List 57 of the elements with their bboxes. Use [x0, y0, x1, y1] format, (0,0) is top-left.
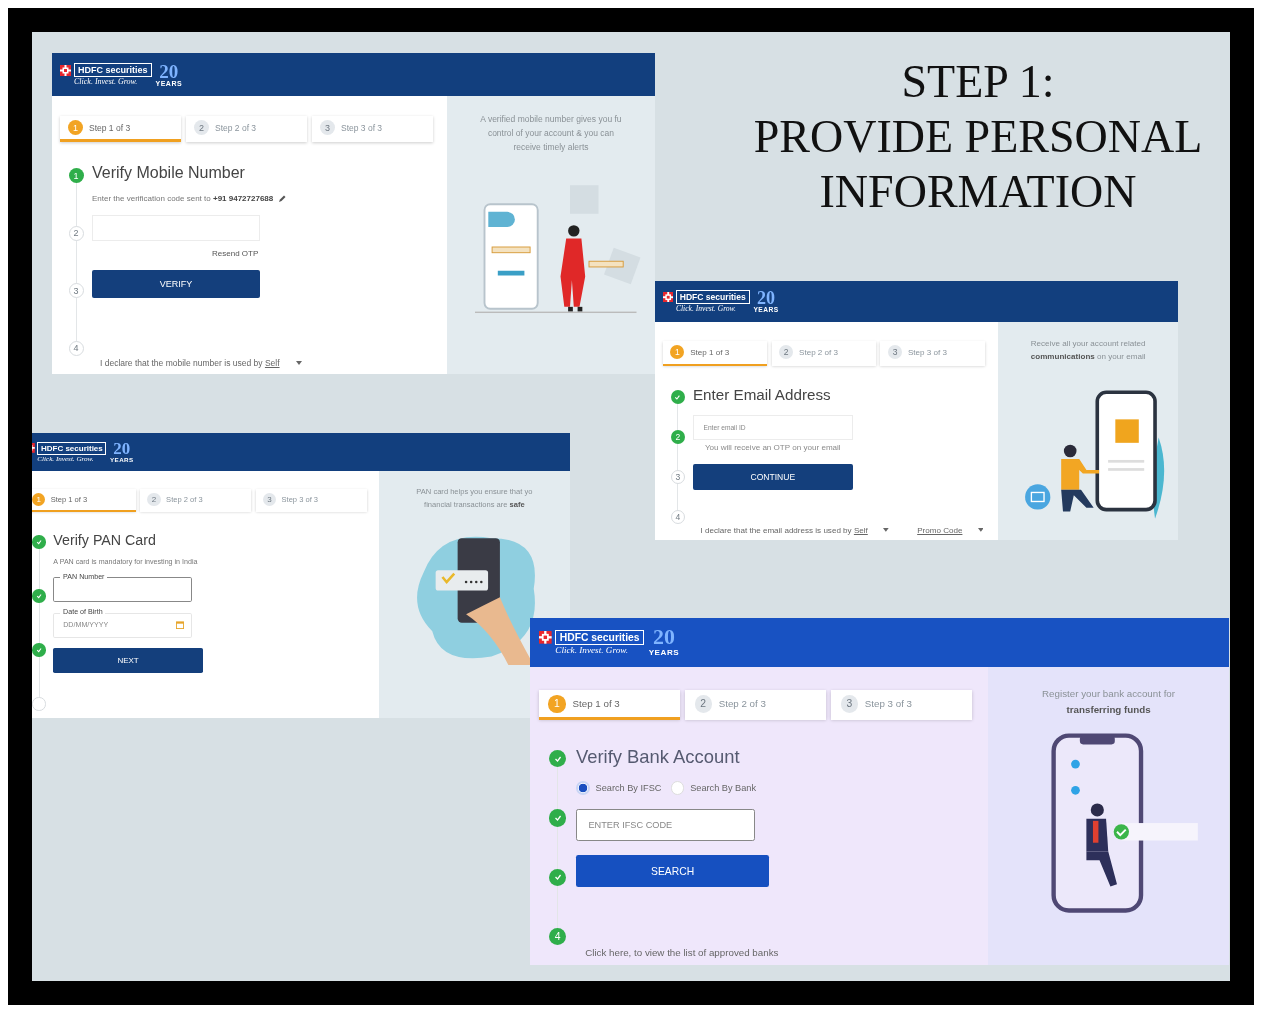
form-title: Verify Mobile Number — [92, 164, 246, 182]
logo-icon — [60, 64, 71, 76]
anniversary-number: 20 — [653, 628, 675, 648]
caret-icon[interactable] — [295, 361, 302, 365]
pencil-icon[interactable] — [278, 194, 287, 203]
form-title: Verify PAN Card — [53, 531, 157, 548]
caret-icon[interactable] — [977, 528, 984, 533]
step-indicator: 2 — [670, 430, 685, 445]
promo-text: receive timely alerts — [513, 142, 589, 152]
tagline-text: Click. Invest. Grow. — [73, 77, 139, 86]
submit-button[interactable]: SEARCH — [576, 855, 770, 888]
step-tab[interactable]: 2 Step 2 of 3 — [186, 116, 307, 142]
promo-text: A verified mobile number gives you fu — [480, 114, 622, 124]
brand-name: HDFC securities — [74, 63, 152, 77]
anniversary-number: 20 — [159, 62, 179, 80]
tagline-text: Click. Invest. Grow. — [554, 645, 629, 656]
anniversary-caption: YEARS — [648, 648, 680, 657]
step-indicator: 4 — [548, 927, 567, 946]
heading-text: PROVIDE PERSONAL — [753, 110, 1203, 164]
step-indicator: 3 — [670, 469, 685, 484]
form-title: Verify Bank Account — [576, 745, 741, 768]
text-field[interactable] — [53, 577, 193, 602]
step-tab[interactable]: 1 Step 1 of 3 — [60, 116, 181, 142]
heading-text: INFORMATION — [819, 165, 1137, 219]
step-tab[interactable]: 1 Step 1 of 3 — [539, 690, 680, 721]
submit-button[interactable]: NEXT — [53, 648, 203, 674]
brand-name: HDFC securities — [675, 290, 750, 304]
brand-name: HDFC securities — [37, 441, 107, 455]
anniversary-number: 20 — [757, 289, 776, 306]
caret-icon[interactable] — [882, 528, 889, 533]
step-indicator: 3 — [68, 283, 84, 299]
step-indicator: 4 — [68, 340, 84, 356]
logo-icon — [539, 631, 552, 644]
radio-option[interactable]: Search By IFSC — [576, 781, 662, 796]
approved-banks-note: Click here, to view the list of approved banks — [585, 947, 779, 959]
heading-text: STEP 1: — [901, 55, 1055, 109]
form-title: Enter Email Address — [693, 386, 832, 404]
step-tab[interactable]: 3 Step 3 of 3 — [831, 690, 972, 721]
tagline-text: Click. Invest. Grow. — [674, 303, 737, 313]
resend-otp-link[interactable]: Resend OTP — [212, 249, 259, 258]
step-tab[interactable]: 2 Step 2 of 3 — [685, 690, 826, 721]
submit-button[interactable]: CONTINUE — [693, 463, 853, 491]
brand-name: HDFC securities — [555, 630, 645, 646]
promo-text: transferring funds — [1066, 703, 1151, 715]
step-indicator: 2 — [68, 225, 84, 241]
text-field[interactable]: ENTER IFSC CODE — [576, 809, 756, 842]
anniversary-number: 20 — [113, 441, 131, 457]
step-indicator: 1 — [68, 168, 84, 183]
promo-text: control of your account & you can — [487, 128, 615, 138]
promo-text: Register your bank account for — [1042, 688, 1176, 700]
instruction-text: Enter the verification code sent to +91 9472727688 — [92, 194, 274, 203]
radio-option[interactable]: Search By Bank — [670, 781, 757, 796]
submit-button[interactable]: VERIFY — [92, 270, 260, 298]
logo-icon — [662, 291, 674, 303]
step-tab[interactable]: 3 Step 3 of 3 — [311, 116, 433, 142]
declaration-text[interactable]: I declare that the mobile number is used by Self — [100, 358, 280, 368]
step-indicator: 4 — [670, 509, 685, 524]
